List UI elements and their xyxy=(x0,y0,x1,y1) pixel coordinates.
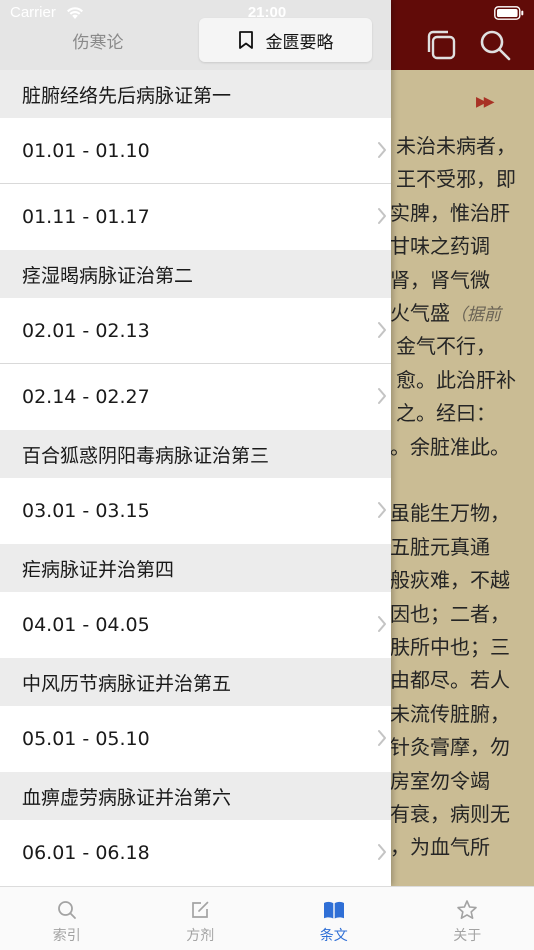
section-header: 痉湿暍病脉证治第二 xyxy=(0,250,391,298)
section-header: 疟病脉证并治第四 xyxy=(0,544,391,592)
chapter-row[interactable]: 05.01 - 05.10 xyxy=(0,706,391,772)
chevron-right-icon xyxy=(378,502,386,518)
tab-label: 方剂 xyxy=(186,928,215,944)
tab-label: 关于 xyxy=(453,928,482,944)
search-icon xyxy=(57,901,76,919)
tab-prescriptions[interactable]: 方剂 xyxy=(134,887,268,950)
clock: 21:00 xyxy=(247,4,287,21)
chapter-row[interactable]: 03.01 - 03.15 xyxy=(0,478,391,544)
tab-index[interactable]: 索引 xyxy=(0,887,134,950)
segment-label: 伤寒论 xyxy=(72,32,124,53)
section-header: 血痹虚劳病脉证并治第六 xyxy=(0,772,391,820)
tab-bar: 索引 方剂 条文 关于 xyxy=(0,886,534,950)
chapter-range-label: 02.01 - 02.13 xyxy=(22,319,150,342)
chapter-row[interactable]: 02.14 - 02.27 xyxy=(0,364,391,430)
chevron-right-icon xyxy=(378,844,386,860)
chapter-range-label: 06.01 - 06.18 xyxy=(22,842,150,864)
chapter-drawer: 伤寒论 金匮要略 脏腑经络先后病脉证第一 01.01 - 01.10 01.11 -… xyxy=(0,0,391,886)
tab-label: 索引 xyxy=(52,928,81,944)
status-bar: Carrier 21:00 xyxy=(0,0,534,26)
chevron-right-icon xyxy=(378,208,386,224)
chevron-right-icon xyxy=(378,142,386,158)
chevron-right-icon xyxy=(378,388,386,404)
chapter-row[interactable]: 01.11 - 01.17 xyxy=(0,184,391,250)
chevron-right-icon xyxy=(378,730,386,746)
chapter-list: 脏腑经络先后病脉证第一 01.01 - 01.10 01.11 - 01.17 痉湿暍… xyxy=(0,70,391,886)
section-header: 脏腑经络先后病脉证第一 xyxy=(0,70,391,118)
bookmark-icon xyxy=(238,31,253,49)
segment-label: 金匮要略 xyxy=(265,32,334,53)
chapter-range-label: 01.11 - 01.17 xyxy=(22,206,150,228)
chevron-right-icon xyxy=(378,616,386,632)
battery-icon xyxy=(494,6,524,20)
book-icon xyxy=(323,901,344,919)
star-icon xyxy=(457,900,478,919)
chevron-right-icon xyxy=(378,322,386,338)
edit-icon xyxy=(192,901,209,918)
tab-about[interactable]: 关于 xyxy=(401,887,534,950)
chapter-range-label: 02.14 - 02.27 xyxy=(22,386,150,408)
chapter-row[interactable]: 04.01 - 04.05 xyxy=(0,592,391,658)
section-header: 百合狐惑阴阳毒病脉证治第三 xyxy=(0,430,391,478)
chapter-range-label: 03.01 - 03.15 xyxy=(22,500,150,522)
chapter-range-label: 05.01 - 05.10 xyxy=(22,728,150,750)
tab-articles[interactable]: 条文 xyxy=(267,887,401,950)
chapter-row[interactable]: 02.01 - 02.13 xyxy=(0,298,391,364)
section-header: 中风历节病脉证并治第五 xyxy=(0,658,391,706)
chapter-row[interactable]: 01.01 - 01.10 xyxy=(0,118,391,184)
chapter-row[interactable]: 06.01 - 06.18 xyxy=(0,820,391,886)
chapter-range-label: 04.01 - 04.05 xyxy=(22,614,150,636)
chapter-range-label: 01.01 - 01.10 xyxy=(22,139,150,162)
tab-label: 条文 xyxy=(319,928,348,944)
